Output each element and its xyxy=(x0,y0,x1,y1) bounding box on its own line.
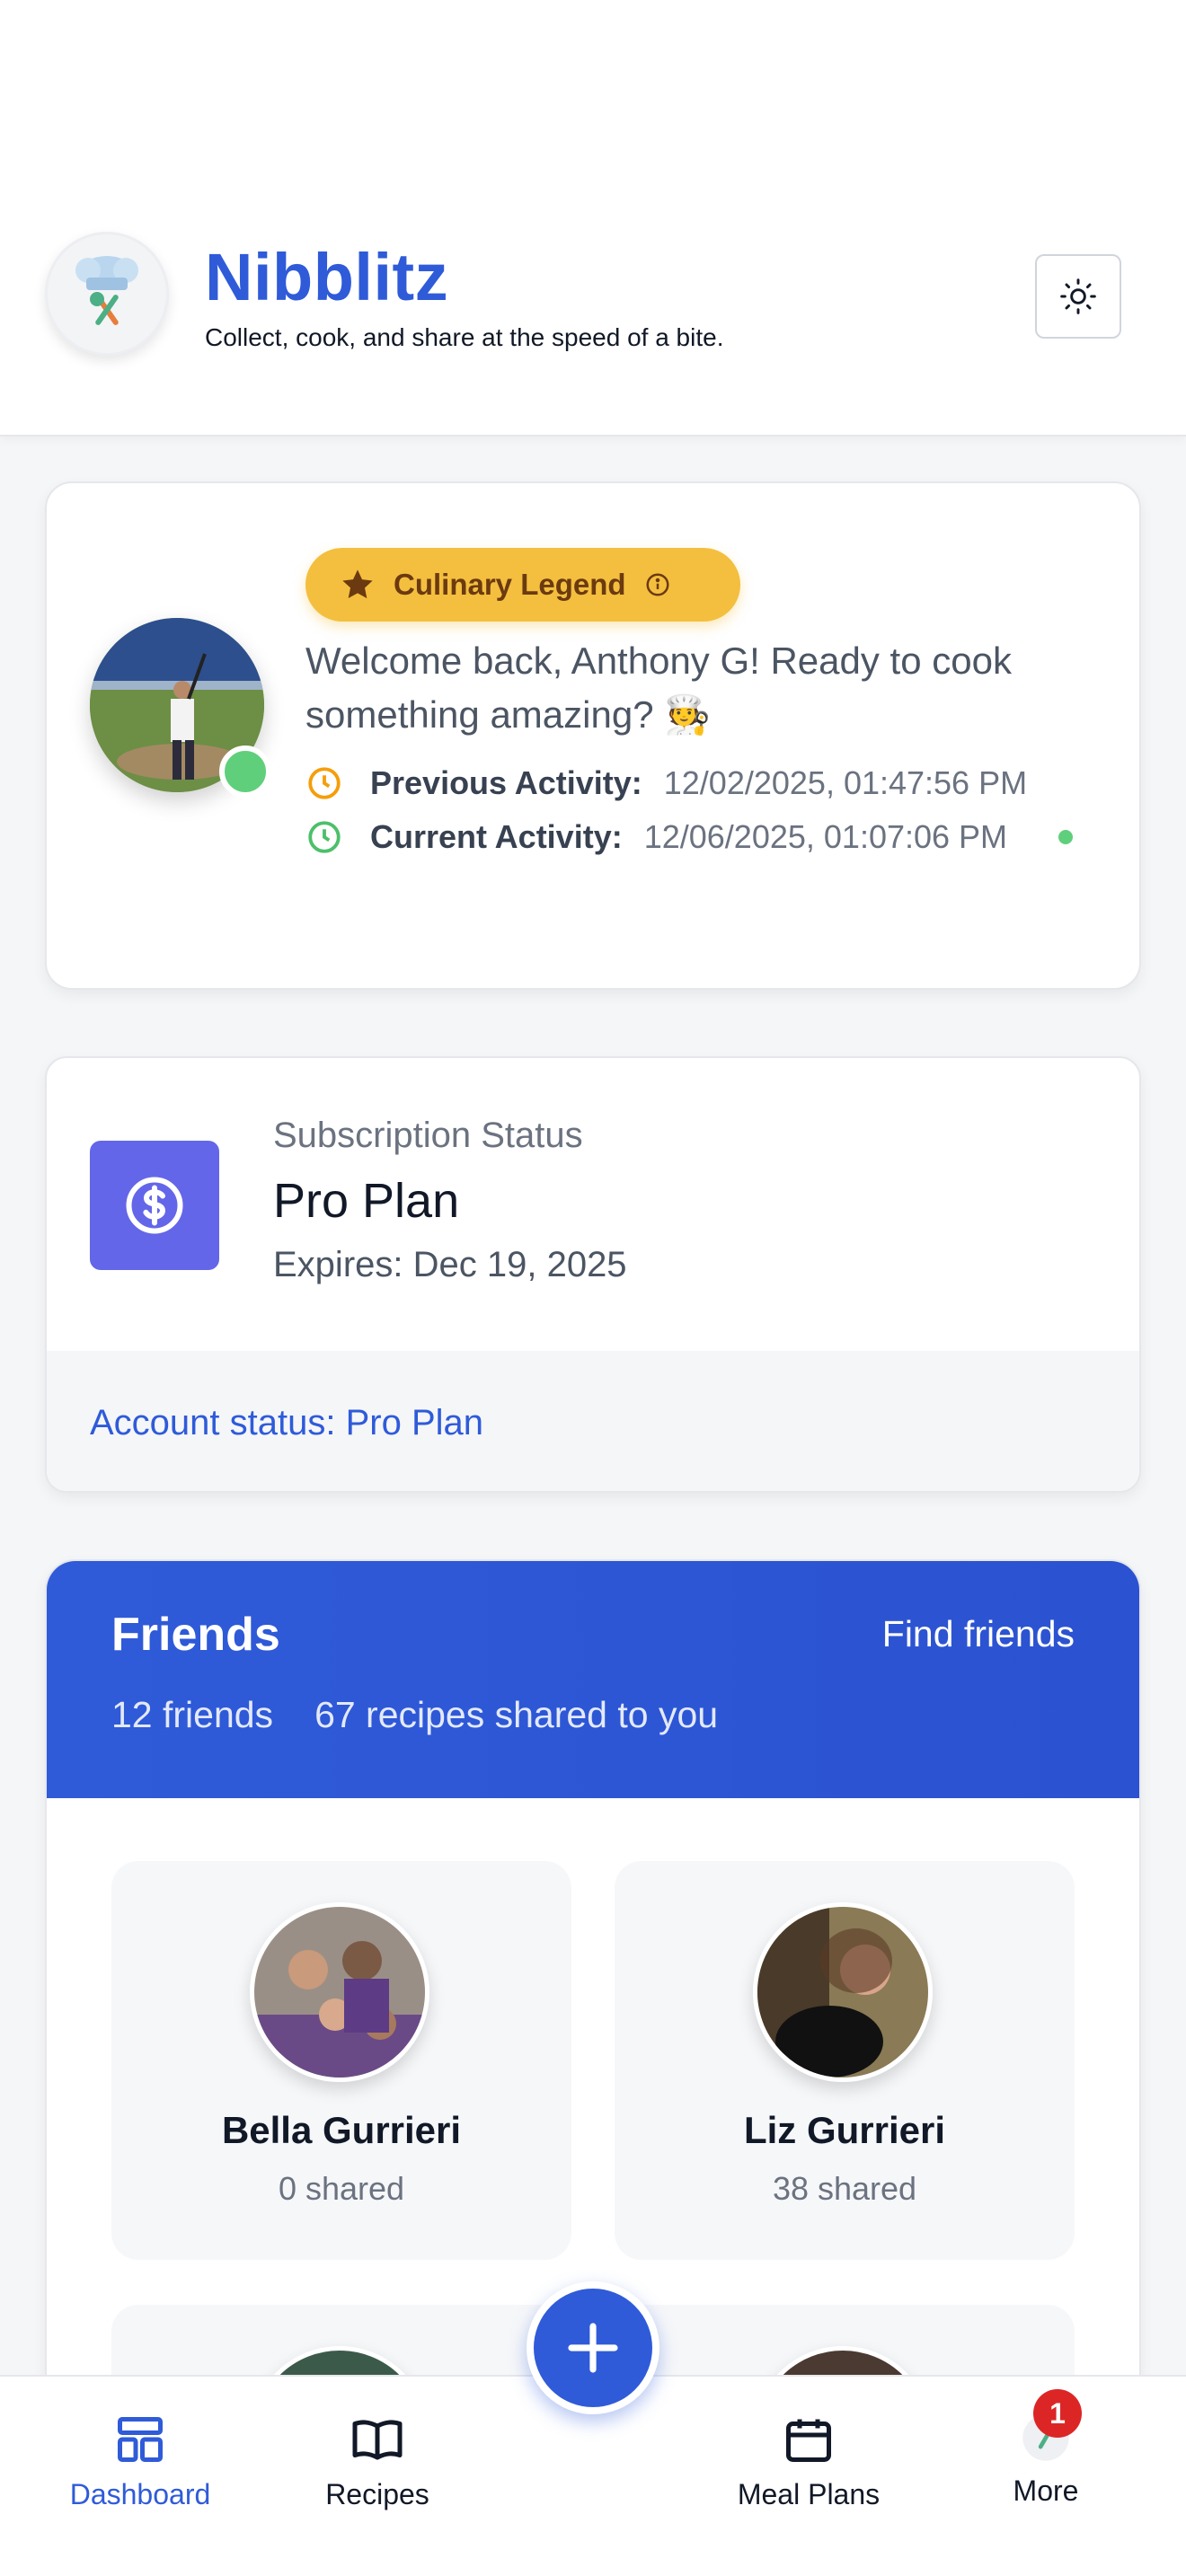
friends-stats: 12 friends 67 recipes shared to you xyxy=(111,1694,718,1736)
current-activity-value: 12/06/2025, 01:07:06 PM xyxy=(643,818,1008,855)
friends-title: Friends xyxy=(111,1609,280,1661)
live-indicator-dot xyxy=(1058,830,1073,844)
star-icon xyxy=(342,569,373,599)
add-recipe-button[interactable] xyxy=(527,2281,659,2414)
theme-toggle-button[interactable] xyxy=(1035,254,1121,339)
friend-name: Bella Gurrieri xyxy=(221,2109,462,2151)
plus-icon xyxy=(568,2323,618,2373)
nav-dashboard-label: Dashboard xyxy=(69,2478,211,2510)
friend-tile[interactable]: Bella Gurrieri 0 shared xyxy=(111,1861,571,2260)
previous-activity-label: Previous Activity: xyxy=(370,764,642,801)
friend-avatar xyxy=(753,1902,933,2082)
nav-meal-plans[interactable]: Meal Plans xyxy=(710,2413,907,2511)
notification-badge: 1 xyxy=(1033,2389,1082,2438)
find-friends-link[interactable]: Find friends xyxy=(882,1613,1075,1655)
dashboard-icon xyxy=(118,2417,163,2462)
previous-activity-value: 12/02/2025, 01:47:56 PM xyxy=(663,764,1028,801)
friends-header: Friends Find friends 12 friends 67 recipe… xyxy=(47,1561,1139,1798)
subscription-plan: Pro Plan xyxy=(273,1174,460,1228)
subscription-card[interactable]: Subscription Status Pro Plan Expires: De… xyxy=(45,1056,1141,1493)
friend-avatar xyxy=(250,1902,429,2082)
clock-icon xyxy=(308,767,341,799)
nav-recipes[interactable]: Recipes xyxy=(279,2413,476,2511)
friend-shared-count: 0 shared xyxy=(278,2170,405,2207)
dollar-icon xyxy=(90,1141,219,1270)
current-activity-row: Current Activity: 12/06/2025, 01:07:06 P… xyxy=(305,817,1007,857)
app-header: Nibblitz Collect, cook, and share at the… xyxy=(0,0,1186,437)
friends-count: 12 friends xyxy=(111,1694,274,1735)
online-status-dot xyxy=(219,745,271,798)
nav-recipes-label: Recipes xyxy=(325,2478,429,2510)
current-activity-label: Current Activity: xyxy=(370,818,623,855)
friend-tile[interactable]: Liz Gurrieri 38 shared xyxy=(615,1861,1075,2260)
clock-icon xyxy=(308,821,341,853)
recipes-shared-count: 67 recipes shared to you xyxy=(314,1694,719,1735)
account-status-link[interactable]: Account status: Pro Plan xyxy=(90,1403,483,1443)
nav-meal-plans-label: Meal Plans xyxy=(737,2478,881,2510)
rank-badge-label: Culinary Legend xyxy=(394,568,626,601)
subscription-expiry: Expires: Dec 19, 2025 xyxy=(273,1245,627,1284)
info-icon[interactable] xyxy=(644,571,671,598)
rank-badge[interactable]: Culinary Legend xyxy=(305,548,740,622)
friend-name: Liz Gurrieri xyxy=(743,2109,946,2151)
app-title: Nibblitz xyxy=(205,240,449,314)
welcome-card: Culinary Legend Welcome back, Anthony G!… xyxy=(45,481,1141,990)
welcome-message: Welcome back, Anthony G! Ready to cook s… xyxy=(305,640,1012,736)
previous-activity-row: Previous Activity: 12/02/2025, 01:47:56 … xyxy=(305,763,1027,803)
sun-icon xyxy=(1060,278,1096,314)
subscription-label: Subscription Status xyxy=(273,1116,583,1155)
subscription-footer: Account status: Pro Plan xyxy=(47,1351,1139,1491)
nav-dashboard[interactable]: Dashboard xyxy=(41,2413,239,2511)
app-tagline: Collect, cook, and share at the speed of… xyxy=(205,323,724,351)
nav-more-label: More xyxy=(1013,2475,1079,2507)
calendar-icon xyxy=(786,2419,831,2462)
friend-shared-count: 38 shared xyxy=(772,2170,917,2207)
book-icon xyxy=(352,2420,403,2460)
chef-logo-icon xyxy=(45,232,169,356)
